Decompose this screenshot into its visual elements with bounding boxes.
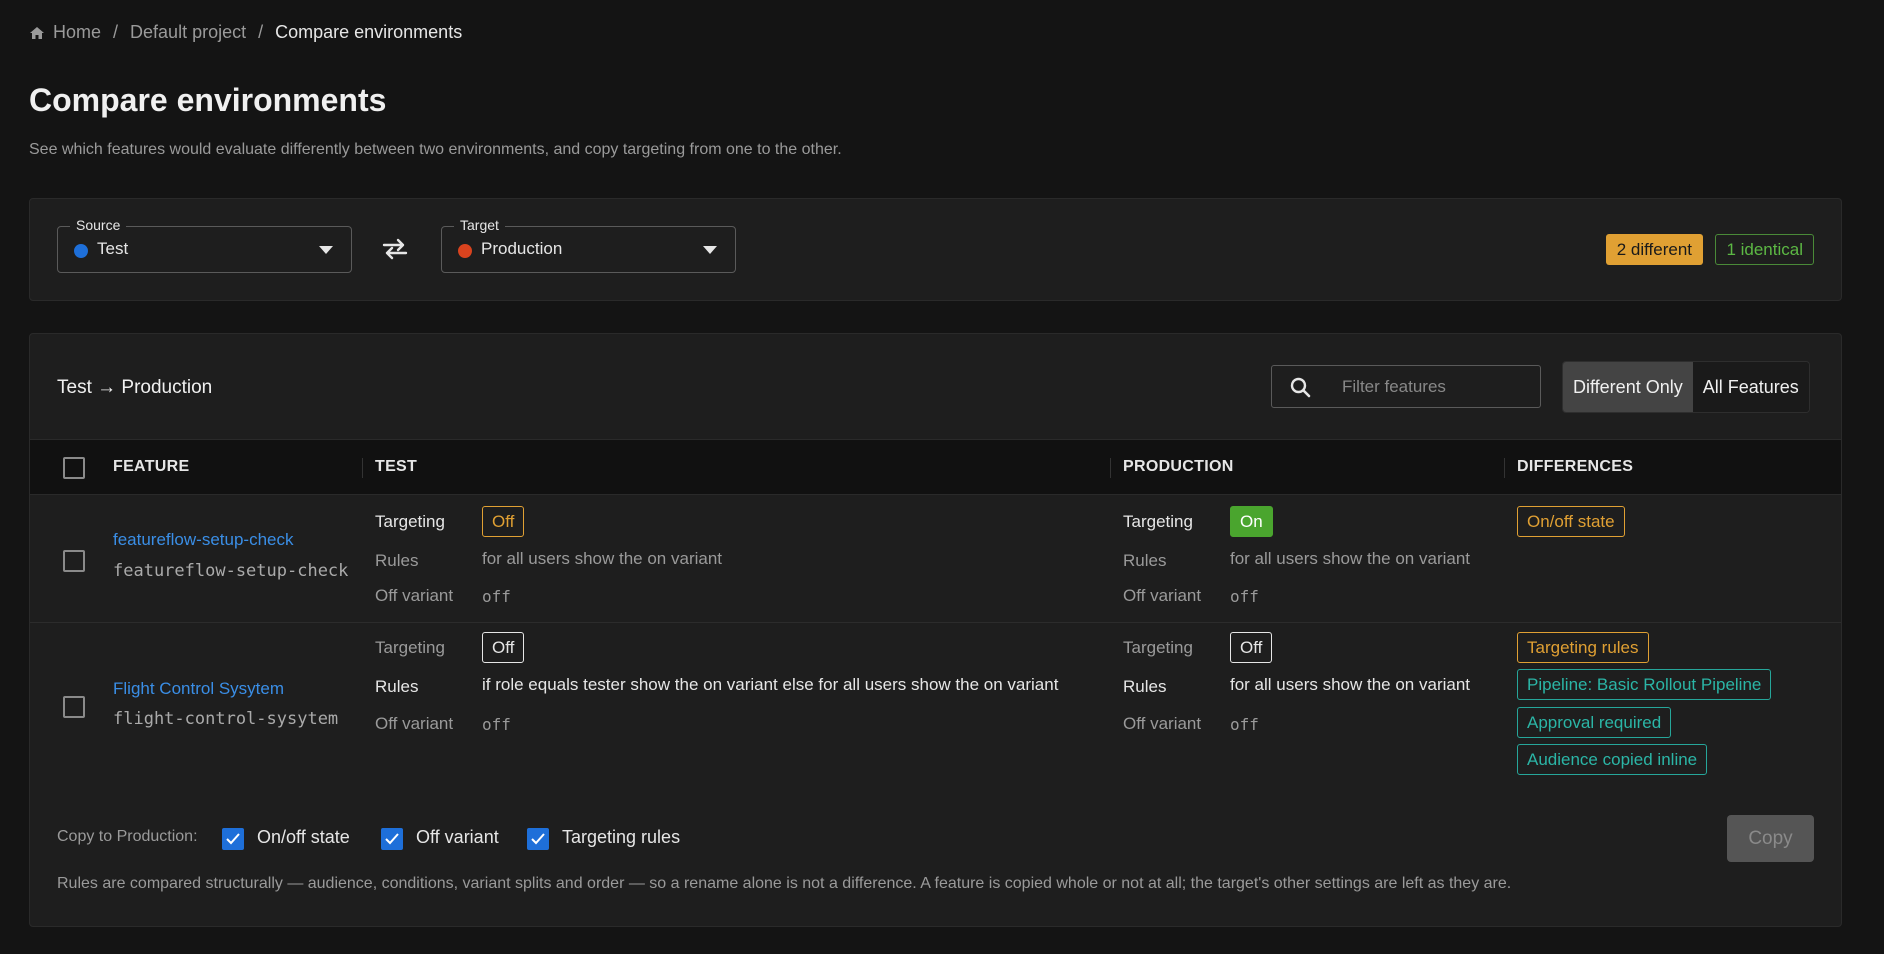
page-subtitle: See which features would evaluate differ… <box>29 141 842 158</box>
column-header-source: TEST <box>375 458 418 475</box>
targeting-label: Targeting <box>375 512 445 531</box>
source-rules: if role equals tester show the on varian… <box>482 675 1059 694</box>
copy-targetingrules-label[interactable]: Targeting rules <box>562 827 680 848</box>
source-legend: Source <box>70 217 127 233</box>
different-only-toggle[interactable]: Different Only <box>1563 362 1693 412</box>
source-rules: for all users show the on variant <box>482 549 723 568</box>
source-targeting-state: Off <box>482 506 525 537</box>
off-variant-label: Off variant <box>375 586 454 605</box>
filter-features-field[interactable] <box>1271 365 1541 408</box>
column-divider <box>1504 458 1505 478</box>
chevron-down-icon <box>319 246 333 254</box>
column-divider <box>1110 458 1111 478</box>
target-environment-select[interactable]: Target Production <box>441 217 736 273</box>
rules-label: Rules <box>375 551 419 570</box>
column-header-feature: FEATURE <box>113 458 190 475</box>
comparison-card: Test → Production Different Only All Fea… <box>29 333 1842 927</box>
copy-button[interactable]: Copy <box>1727 815 1814 862</box>
breadcrumb-project[interactable]: Default project <box>130 22 246 43</box>
target-env-color-dot <box>458 244 472 258</box>
off-variant-label: Off variant <box>1123 586 1202 605</box>
row-select-checkbox[interactable] <box>63 550 85 572</box>
check-icon <box>226 833 240 845</box>
rules-label: Rules <box>1123 551 1167 570</box>
rules-label: Rules <box>1123 677 1167 696</box>
search-icon <box>1290 377 1311 398</box>
target-legend: Target <box>454 217 505 233</box>
target-env-value: Production <box>481 239 563 258</box>
column-header-differences: DIFFERENCES <box>1517 458 1634 475</box>
swap-environments-button[interactable] <box>381 237 409 261</box>
identical-count-badge: 1 identical <box>1715 234 1814 265</box>
target-off-variant: off <box>1230 715 1259 734</box>
different-count-badge: 2 different <box>1605 234 1703 265</box>
column-divider <box>362 458 363 478</box>
off-variant-label: Off variant <box>375 714 454 733</box>
feature-key: featureflow-setup-check <box>113 561 349 581</box>
copy-onoff-checkbox[interactable] <box>222 828 244 850</box>
view-toggle: Different Only All Features <box>1562 361 1810 413</box>
target-rules: for all users show the on variant <box>1230 675 1471 694</box>
source-env-color-dot <box>74 244 88 258</box>
chevron-down-icon <box>703 246 717 254</box>
table-row: featureflow-setup-check featureflow-setu… <box>30 495 1841 623</box>
breadcrumb-current: Compare environments <box>275 22 463 42</box>
comparison-footnote: Rules are compared structurally — audien… <box>57 875 1512 892</box>
home-icon <box>29 25 45 41</box>
filter-features-input[interactable] <box>1342 366 1532 407</box>
check-icon <box>531 833 545 845</box>
source-environment-select[interactable]: Source Test <box>57 217 352 273</box>
difference-tag: Audience copied inline <box>1517 744 1708 775</box>
breadcrumb: Home / Default project / Compare environ… <box>29 22 462 43</box>
copy-to-label: Copy to Production: <box>57 828 198 845</box>
comparison-title: Test → Production <box>57 377 213 398</box>
page-title: Compare environments <box>29 82 387 118</box>
targeting-label: Targeting <box>375 638 445 657</box>
off-variant-label: Off variant <box>1123 714 1202 733</box>
difference-tag: On/off state <box>1517 506 1625 537</box>
swap-arrows-icon <box>382 238 408 260</box>
feature-name-link[interactable]: featureflow-setup-check <box>113 530 293 550</box>
row-select-checkbox[interactable] <box>63 696 85 718</box>
source-off-variant: off <box>482 587 511 606</box>
difference-tag: Approval required <box>1517 707 1672 738</box>
copy-offvariant-label[interactable]: Off variant <box>416 827 499 848</box>
column-header-target: PRODUCTION <box>1123 458 1234 475</box>
select-all-checkbox[interactable] <box>63 457 85 479</box>
rules-label: Rules <box>375 677 419 696</box>
copy-offvariant-checkbox[interactable] <box>381 828 403 850</box>
target-off-variant: off <box>1230 587 1259 606</box>
copy-targetingrules-checkbox[interactable] <box>527 828 549 850</box>
feature-key: flight-control-sysytem <box>113 709 339 729</box>
breadcrumb-home[interactable]: Home <box>53 22 101 43</box>
breadcrumb-separator: / <box>258 22 264 42</box>
targeting-label: Targeting <box>1123 512 1193 531</box>
target-targeting-state: On <box>1230 506 1273 537</box>
check-icon <box>385 833 399 845</box>
source-targeting-state: Off <box>482 632 525 663</box>
feature-name-link[interactable]: Flight Control Sysytem <box>113 679 284 699</box>
source-off-variant: off <box>482 715 511 734</box>
target-targeting-state: Off <box>1230 632 1273 663</box>
source-env-value: Test <box>97 239 129 258</box>
copy-onoff-label[interactable]: On/off state <box>257 827 350 848</box>
environment-selector-card: Source Test Target Production 2 differen… <box>29 198 1842 301</box>
targeting-label: Targeting <box>1123 638 1193 657</box>
difference-tag: Targeting rules <box>1517 632 1649 663</box>
difference-tag: Pipeline: Basic Rollout Pipeline <box>1517 669 1772 700</box>
all-features-toggle[interactable]: All Features <box>1692 362 1809 412</box>
breadcrumb-separator: / <box>113 22 119 42</box>
target-rules: for all users show the on variant <box>1230 549 1471 568</box>
table-row: Flight Control Sysytem flight-control-sy… <box>30 623 1841 793</box>
table-header: FEATURE TEST PRODUCTION DIFFERENCES <box>30 439 1841 495</box>
